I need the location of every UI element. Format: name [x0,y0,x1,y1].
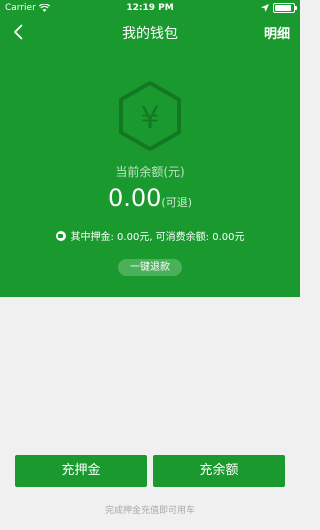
location-arrow-icon [261,4,269,12]
balance-amount: 0.00 [107,184,162,212]
battery-level [275,5,291,11]
recharge-deposit-button[interactable]: 充押金 [15,455,147,487]
one-click-refund-button[interactable]: 一键退款 [118,259,182,276]
yuan-hexagon-icon: ¥ [119,81,181,151]
deposit-hint: 完成押金充值即可用车 [104,506,195,516]
wallet-header: Carrier 12:19 PM 我的钱包 明细 ¥ 当前余额(元) 0.00(… [0,0,300,297]
recharge-balance-button[interactable]: 充余额 [153,455,285,487]
balance-row: 0.00(可退) [0,184,300,212]
page-title: 我的钱包 [122,26,178,42]
balance-breakdown: 其中押金: 0.00元, 可消费余额: 0.00元 [0,228,300,243]
status-right [261,3,297,13]
breakdown-text: 其中押金: 0.00元, 可消费余额: 0.00元 [70,232,245,243]
nav-bar: 我的钱包 明细 [0,18,300,46]
wallet-badge-icon [55,230,66,241]
refundable-note: (可退) [161,196,193,209]
currency-symbol: ¥ [140,101,159,136]
balance-label: 当前余额(元) [115,165,185,179]
detail-button[interactable]: 明细 [264,23,290,42]
battery-icon [273,3,297,13]
status-bar: Carrier 12:19 PM [0,0,300,18]
status-time: 12:19 PM [126,3,174,13]
